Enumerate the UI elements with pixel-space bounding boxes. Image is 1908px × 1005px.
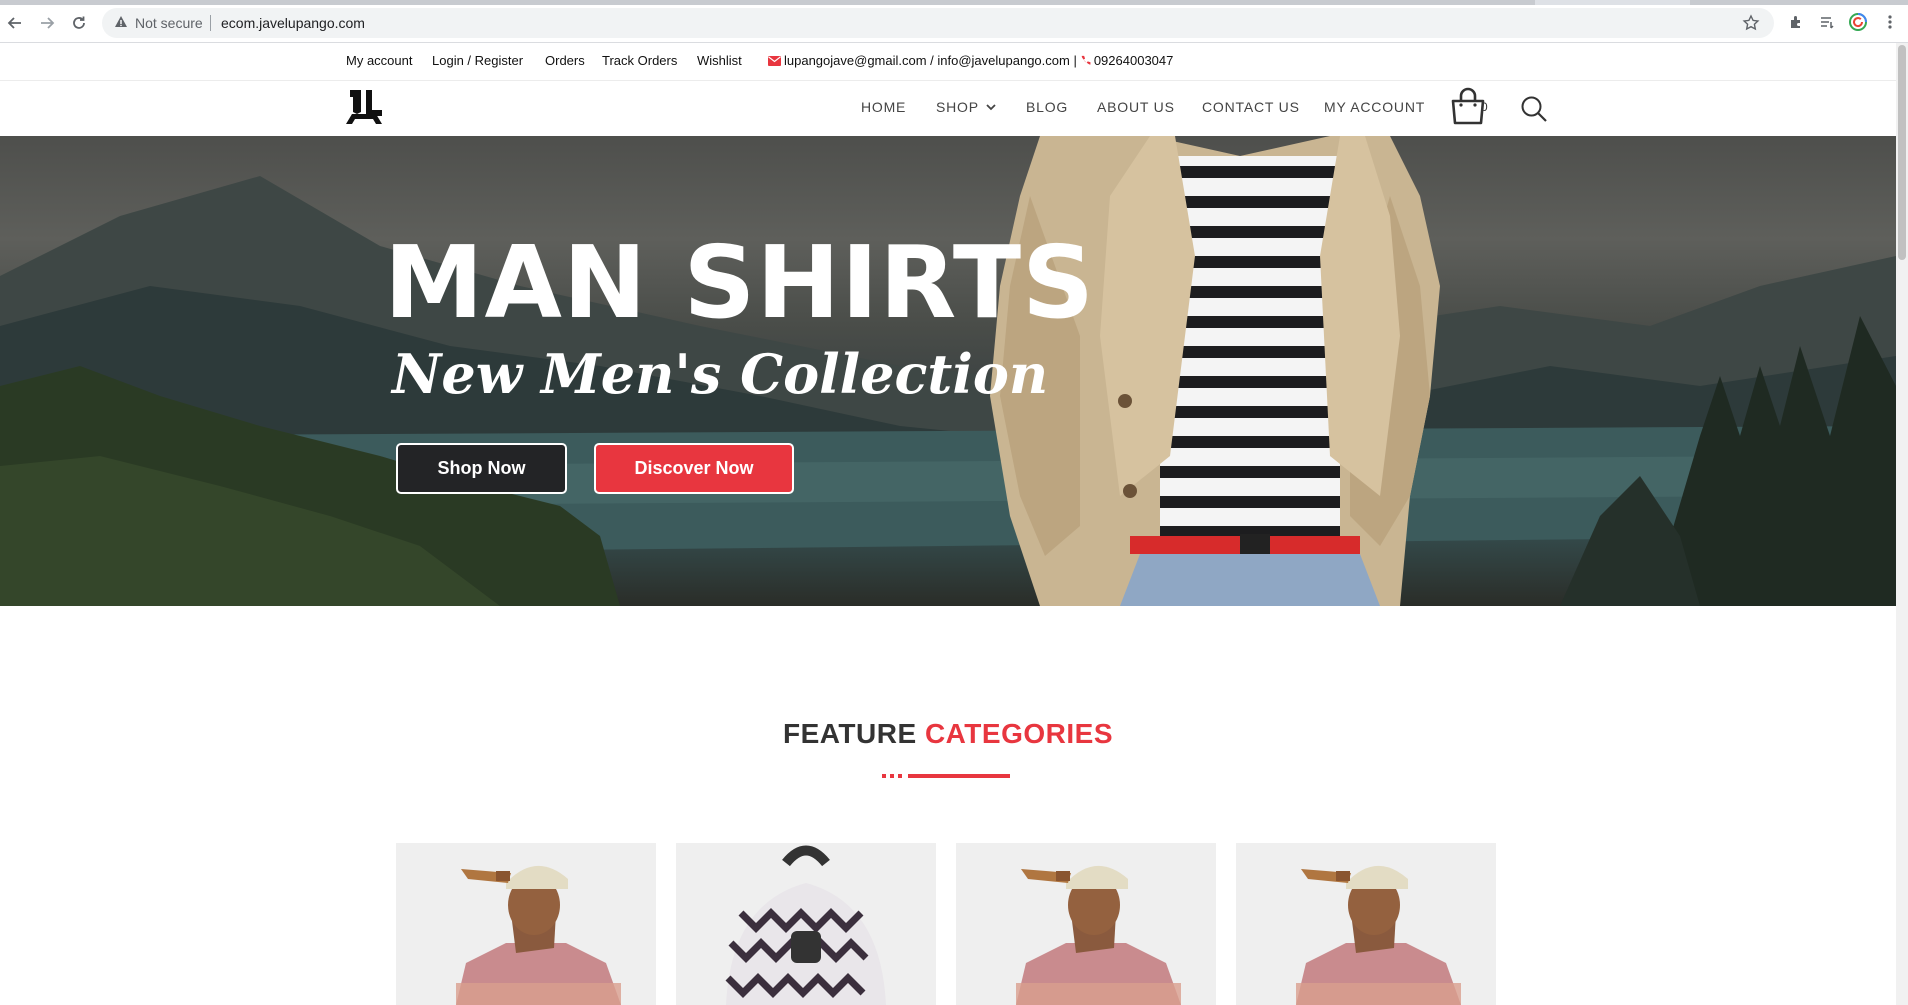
nav-about-us[interactable]: ABOUT US xyxy=(1097,99,1175,115)
url-text[interactable]: ecom.javelupango.com xyxy=(221,15,365,31)
chevron-down-icon[interactable] xyxy=(986,103,996,111)
discover-now-button[interactable]: Discover Now xyxy=(594,443,794,494)
heading-underline xyxy=(882,774,1010,778)
hero-subtitle: New Men's Collection xyxy=(392,342,1049,406)
main-header: HOME SHOP BLOG ABOUT US CONTACT US MY AC… xyxy=(0,81,1896,135)
inactive-tab[interactable] xyxy=(1690,0,1908,5)
nav-blog[interactable]: BLOG xyxy=(1026,99,1068,115)
scrollbar-thumb[interactable] xyxy=(1898,45,1906,260)
feature-categories-heading: FEATURE CATEGORIES xyxy=(0,718,1896,750)
man-with-cap-photo xyxy=(1236,843,1496,1005)
browser-menu-icon[interactable] xyxy=(1880,12,1900,32)
phone-icon xyxy=(1081,55,1091,65)
category-card[interactable] xyxy=(396,843,656,1005)
active-tab[interactable] xyxy=(0,0,1535,5)
envelope-icon xyxy=(768,55,781,66)
forward-button[interactable] xyxy=(36,12,58,34)
back-button[interactable] xyxy=(4,12,26,34)
reload-button[interactable] xyxy=(68,12,90,34)
hero-title: MAN SHIRTS xyxy=(384,224,1096,341)
bookmark-star-icon[interactable] xyxy=(1742,14,1760,32)
topbar-link-wishlist[interactable]: Wishlist xyxy=(697,53,742,68)
profile-avatar-icon[interactable] xyxy=(1848,12,1868,32)
topbar-link-my-account[interactable]: My account xyxy=(346,53,412,68)
page-scrollbar[interactable] xyxy=(1896,43,1908,1005)
heading-part-feature: FEATURE xyxy=(783,718,917,749)
hero-banner: MAN SHIRTS New Men's Collection Shop Now… xyxy=(0,136,1896,606)
contact-phone[interactable]: 09264003047 xyxy=(1094,53,1174,68)
category-card[interactable] xyxy=(676,843,936,1005)
browser-toolbar: Not secure ecom.javelupango.com xyxy=(0,0,1908,43)
patterned-backpack-photo xyxy=(676,843,936,1005)
reading-list-icon[interactable] xyxy=(1817,12,1837,32)
category-card[interactable] xyxy=(1236,843,1496,1005)
brand-logo[interactable] xyxy=(344,88,384,126)
address-bar[interactable]: Not secure ecom.javelupango.com xyxy=(102,8,1774,38)
topbar-link-track-orders[interactable]: Track Orders xyxy=(602,53,677,68)
topbar-link-login-register[interactable]: Login / Register xyxy=(432,53,523,68)
heading-part-categories: CATEGORIES xyxy=(924,718,1113,749)
nav-home[interactable]: HOME xyxy=(861,99,906,115)
security-label[interactable]: Not secure xyxy=(135,15,203,31)
top-utility-bar: My account Login / Register Orders Track… xyxy=(0,43,1896,81)
forward-arrow-icon xyxy=(41,17,55,29)
man-with-cap-photo xyxy=(956,843,1216,1005)
reload-icon xyxy=(73,16,85,29)
shop-now-button[interactable]: Shop Now xyxy=(396,443,567,494)
contact-emails[interactable]: lupangojave@gmail.com / info@javelupango… xyxy=(784,53,1077,68)
topbar-link-orders[interactable]: Orders xyxy=(545,53,585,68)
category-card[interactable] xyxy=(956,843,1216,1005)
nav-contact-us[interactable]: CONTACT US xyxy=(1202,99,1300,115)
contact-info: lupangojave@gmail.com / info@javelupango… xyxy=(768,53,1173,68)
cart-count[interactable]: 0 xyxy=(1481,100,1488,114)
back-arrow-icon xyxy=(7,17,21,29)
omnibox-divider xyxy=(210,15,211,31)
nav-my-account[interactable]: MY ACCOUNT xyxy=(1324,99,1425,115)
search-icon[interactable] xyxy=(1520,95,1548,123)
warning-icon[interactable] xyxy=(114,15,128,29)
extensions-icon[interactable] xyxy=(1786,12,1806,32)
man-with-cap-photo xyxy=(396,843,656,1005)
nav-shop[interactable]: SHOP xyxy=(936,99,979,115)
tab-strip xyxy=(0,0,1908,5)
